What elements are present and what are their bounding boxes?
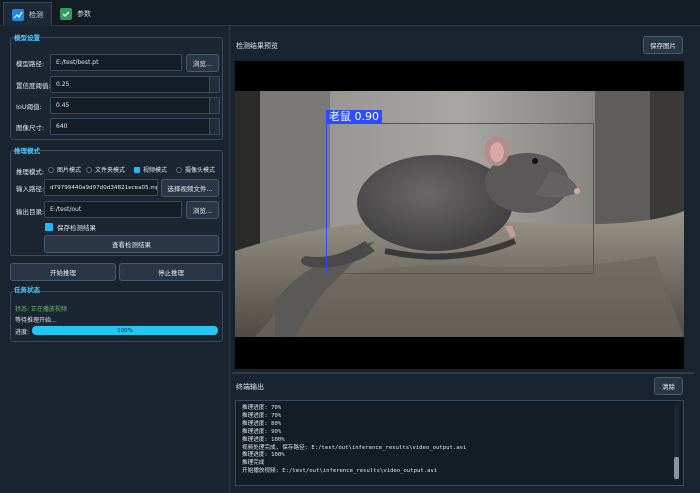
- mode-image-label: 图片模式: [57, 167, 82, 174]
- console-line: 推理进度: 90%: [242, 428, 282, 435]
- radio-icon: [86, 166, 92, 173]
- radio-icon: [48, 166, 54, 173]
- progress-fill: 100%: [32, 326, 218, 335]
- clear-console-button[interactable]: 清除: [654, 377, 683, 395]
- checkbox-checked-icon: [45, 223, 53, 231]
- console-output[interactable]: 推理进度: 70% 推理进度: 70% 推理进度: 80% 推理进度: 90% 推理进度…: [235, 400, 684, 486]
- waiting-text: 等待推理开始...: [15, 317, 57, 324]
- mode-video-radio[interactable]: 视频模式: [134, 165, 167, 174]
- checklist-icon: [60, 8, 72, 20]
- view-results-button[interactable]: 查看检测结果: [44, 235, 219, 253]
- start-inference-button[interactable]: 开始推理: [10, 263, 116, 281]
- console-line: 开始播放视频: E:/test/out\inference_results\vi…: [242, 468, 438, 475]
- spin-arrows-icon[interactable]: [209, 119, 219, 134]
- iou-threshold-spinbox[interactable]: 0.45: [50, 97, 220, 114]
- output-dir-input[interactable]: E:/test/out: [44, 201, 182, 218]
- image-size-value: 640: [56, 123, 68, 130]
- detection-box: [326, 123, 594, 274]
- image-size-spinbox[interactable]: 640: [50, 118, 220, 135]
- conf-threshold-value: 0.25: [56, 81, 70, 88]
- tab-bar: 检测 参数: [0, 0, 700, 26]
- model-path-input[interactable]: E:/test/best.pt: [50, 54, 182, 71]
- select-video-button[interactable]: 选择视频文件...: [161, 179, 219, 197]
- stop-inference-button[interactable]: 停止推理: [119, 263, 223, 281]
- console-scrollbar[interactable]: [674, 405, 679, 481]
- model-settings-title: 模型设置: [14, 34, 40, 42]
- console-line: 推理进度: 100%: [242, 452, 285, 459]
- save-results-checkbox[interactable]: 保存检测结果: [45, 222, 96, 232]
- console-line: 推理进度: 70%: [242, 412, 282, 419]
- progress-label: 进度:: [15, 329, 30, 336]
- output-browse-button[interactable]: 浏览...: [186, 201, 219, 219]
- save-image-button[interactable]: 保存图片: [643, 36, 683, 54]
- mode-camera-radio[interactable]: 摄像头模式: [176, 165, 215, 174]
- input-path-input[interactable]: d79799440a9d97d0d34821ecea05.mp4: [44, 179, 158, 196]
- console-line: 推理进度: 100%: [242, 436, 285, 443]
- save-results-label: 保存检测结果: [57, 224, 96, 232]
- radio-selected-icon: [134, 166, 140, 173]
- preview-console-splitter[interactable]: [232, 372, 694, 374]
- console-lines: 推理进度: 70% 推理进度: 70% 推理进度: 80% 推理进度: 90% 推理进度…: [242, 405, 466, 476]
- progress-bar: 100%: [32, 326, 218, 335]
- detection-preview: 老鼠 0.90: [235, 61, 684, 369]
- task-status-title: 任务状态: [14, 286, 40, 294]
- tab-params-label: 参数: [77, 10, 91, 18]
- image-size-label: 图像尺寸:: [16, 124, 45, 132]
- mode-video-label: 视频模式: [143, 167, 168, 174]
- progress-text: 100%: [117, 327, 133, 334]
- output-dir-label: 输出目录:: [16, 208, 45, 216]
- mode-folder-radio[interactable]: 文件夹模式: [86, 165, 125, 174]
- tab-detect[interactable]: 检测: [3, 2, 52, 26]
- mode-image-radio[interactable]: 图片模式: [48, 165, 81, 174]
- console-title: 终端输出: [236, 383, 264, 391]
- conf-threshold-spinbox[interactable]: 0.25: [50, 76, 220, 93]
- inference-mode-title: 推理模式: [14, 147, 40, 155]
- model-browse-button[interactable]: 浏览...: [186, 54, 219, 72]
- tab-detect-label: 检测: [29, 10, 43, 19]
- input-path-label: 输入路径:: [16, 185, 45, 193]
- chart-icon: [12, 8, 24, 21]
- mode-folder-label: 文件夹模式: [95, 167, 126, 174]
- panel-splitter[interactable]: [229, 26, 230, 493]
- iou-threshold-value: 0.45: [56, 102, 70, 109]
- mode-camera-label: 摄像头模式: [185, 167, 216, 174]
- iou-threshold-label: IoU阈值:: [16, 103, 42, 111]
- tab-params[interactable]: 参数: [52, 2, 99, 26]
- spin-arrows-icon[interactable]: [209, 98, 219, 113]
- scrollbar-thumb[interactable]: [674, 457, 679, 479]
- status-text: 状态: 正在播放视频: [15, 306, 67, 313]
- detection-label: 老鼠 0.90: [326, 110, 382, 124]
- radio-icon: [176, 166, 182, 173]
- conf-threshold-label: 置信度阈值:: [16, 82, 51, 90]
- spin-arrows-icon[interactable]: [209, 77, 219, 92]
- model-path-label: 模型路径:: [16, 60, 45, 68]
- inference-mode-label: 推理模式:: [16, 168, 45, 176]
- console-line: 推理进度: 80%: [242, 420, 282, 427]
- video-frame-image: 老鼠 0.90: [235, 91, 684, 337]
- preview-title: 检测结果预览: [236, 42, 278, 50]
- console-line: 推理进度: 70%: [242, 405, 282, 411]
